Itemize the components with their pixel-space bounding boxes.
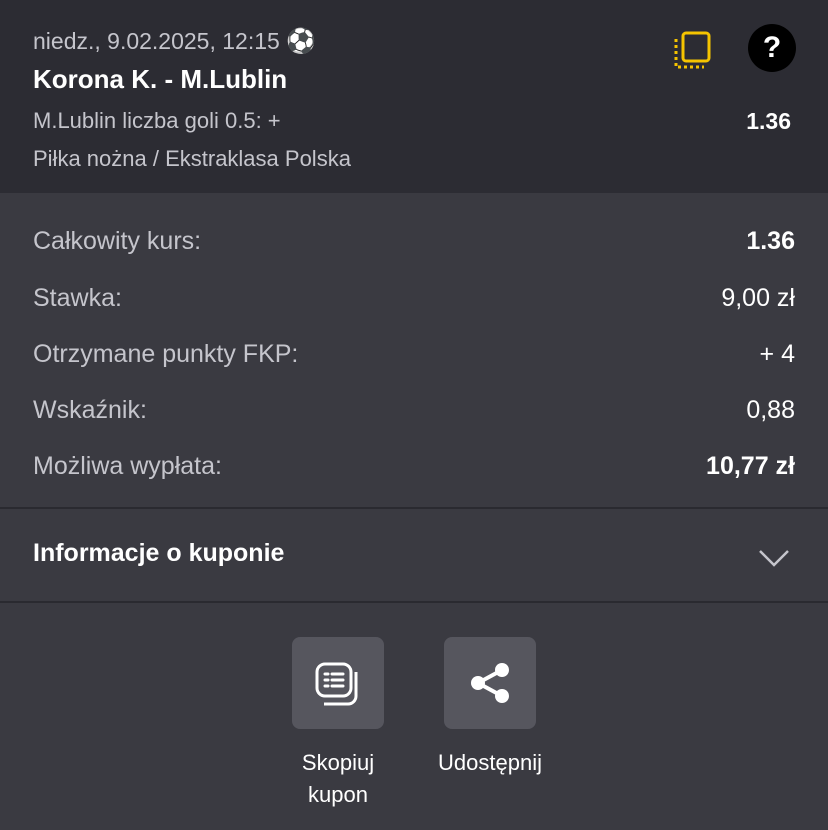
total-odds-label: Całkowity kurs: [33,227,202,255]
chevron-down-icon [759,550,789,567]
total-odds-row: Całkowity kurs: 1.36 [33,227,795,263]
copy-list-icon [315,662,358,706]
coupon-info-label: Informacje o kuponie [33,539,285,567]
divider [0,601,828,603]
points-label: Otrzymane punkty FKP: [33,340,299,368]
payout-label: Możliwa wypłata: [33,452,222,480]
share-label[interactable]: Udostępnij [420,747,560,779]
points-value: + 4 [759,340,795,368]
payout-row: Możliwa wypłata: 10,77 zł [33,452,795,488]
stake-label: Stawka: [33,284,122,312]
stake-row: Stawka: 9,00 zł [33,284,795,320]
total-odds-value: 1.36 [746,227,795,255]
help-icon[interactable]: ? [748,24,796,72]
stake-value: 9,00 zł [721,284,795,312]
copy-coupon-icon[interactable] [672,27,714,71]
share-button[interactable] [444,637,536,729]
coupon-info-toggle[interactable]: Informacje o kuponie [0,509,828,601]
copy-coupon-label-line2: kupon [308,782,368,807]
indicator-row: Wskaźnik: 0,88 [33,396,795,432]
payout-value: 10,77 zł [706,452,795,480]
event-date-text: niedz., 9.02.2025, 12:15 [33,28,280,54]
indicator-label: Wskaźnik: [33,396,147,424]
share-icon [471,663,509,703]
match-title: Korona K. - M.Lublin [33,64,288,94]
event-date: niedz., 9.02.2025, 12:15 ⚽ [33,27,316,56]
event-card: niedz., 9.02.2025, 12:15 ⚽ Korona K. - M… [0,0,828,193]
soccer-ball-icon: ⚽ [286,28,317,55]
league-path: Piłka nożna / Ekstraklasa Polska [33,146,351,171]
copy-coupon-label[interactable]: Skopiuj kupon [286,747,390,811]
copy-coupon-label-line1: Skopiuj [301,750,375,775]
copy-coupon-button[interactable] [292,637,384,729]
points-row: Otrzymane punkty FKP: + 4 [33,340,795,376]
bet-selection: M.Lublin liczba goli 0.5: + [33,108,281,133]
indicator-value: 0,88 [746,396,795,424]
selection-odds: 1.36 [746,108,791,134]
